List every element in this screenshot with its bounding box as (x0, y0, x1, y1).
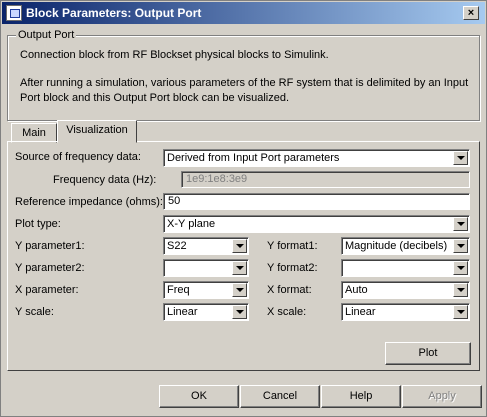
tab-main[interactable]: Main (11, 123, 57, 143)
output-port-group: Output Port Connection block from RF Blo… (7, 29, 480, 121)
x-parameter-value: Freq (167, 284, 190, 296)
chevron-down-icon[interactable] (232, 261, 247, 275)
y-parameter1-value: S22 (167, 240, 187, 252)
y-format2-select[interactable] (341, 259, 470, 277)
x-format-label: X format: (267, 284, 312, 296)
dialog-window: Block Parameters: Output Port × Output P… (0, 0, 487, 417)
description-line-2: After running a simulation, various para… (20, 77, 469, 104)
chevron-down-icon[interactable] (232, 283, 247, 297)
close-button[interactable]: × (463, 6, 479, 20)
source-value: Derived from Input Port parameters (167, 152, 340, 164)
y-scale-label: Y scale: (15, 306, 54, 318)
source-select[interactable]: Derived from Input Port parameters (163, 149, 470, 167)
cancel-button[interactable]: Cancel (240, 385, 320, 408)
ok-button[interactable]: OK (159, 385, 239, 408)
y-format2-label: Y format2: (267, 262, 318, 274)
chevron-down-icon[interactable] (232, 305, 247, 319)
y-parameter1-select[interactable]: S22 (163, 237, 249, 255)
plot-type-label: Plot type: (15, 218, 61, 230)
block-icon (6, 5, 22, 21)
reference-impedance-label: Reference impedance (ohms): (15, 196, 163, 208)
chevron-down-icon[interactable] (453, 239, 468, 253)
source-label: Source of frequency data: (15, 151, 141, 163)
y-parameter2-select[interactable] (163, 259, 249, 277)
plot-type-select[interactable]: X-Y plane (163, 215, 470, 233)
y-format1-value: Magnitude (decibels) (345, 240, 448, 252)
chevron-down-icon[interactable] (453, 305, 468, 319)
chevron-down-icon[interactable] (453, 217, 468, 231)
plot-type-value: X-Y plane (167, 218, 216, 230)
chevron-down-icon[interactable] (453, 283, 468, 297)
y-format1-select[interactable]: Magnitude (decibels) (341, 237, 470, 255)
x-scale-label: X scale: (267, 306, 307, 318)
y-parameter2-label: Y parameter2: (15, 262, 85, 274)
reference-impedance-field[interactable]: 50 (163, 193, 470, 210)
help-button[interactable]: Help (321, 385, 401, 408)
y-format1-label: Y format1: (267, 240, 318, 252)
y-parameter1-label: Y parameter1: (15, 240, 85, 252)
frequency-data-field: 1e9:1e8:3e9 (181, 171, 470, 188)
x-format-value: Auto (345, 284, 368, 296)
apply-button[interactable]: Apply (402, 385, 482, 408)
x-parameter-label: X parameter: (15, 284, 79, 296)
x-scale-value: Linear (345, 306, 376, 318)
x-scale-select[interactable]: Linear (341, 303, 470, 321)
chevron-down-icon[interactable] (453, 151, 468, 165)
window-title: Block Parameters: Output Port (26, 6, 202, 20)
x-format-select[interactable]: Auto (341, 281, 470, 299)
chevron-down-icon[interactable] (232, 239, 247, 253)
chevron-down-icon[interactable] (453, 261, 468, 275)
group-title: Output Port (16, 29, 77, 41)
plot-button[interactable]: Plot (385, 342, 471, 365)
y-scale-select[interactable]: Linear (163, 303, 249, 321)
tab-visualization[interactable]: Visualization (57, 120, 137, 143)
x-parameter-select[interactable]: Freq (163, 281, 249, 299)
y-scale-value: Linear (167, 306, 198, 318)
frequency-data-label: Frequency data (Hz): (53, 174, 157, 186)
description-line-1: Connection block from RF Blockset physic… (20, 49, 329, 61)
title-bar[interactable]: Block Parameters: Output Port × (2, 2, 485, 24)
